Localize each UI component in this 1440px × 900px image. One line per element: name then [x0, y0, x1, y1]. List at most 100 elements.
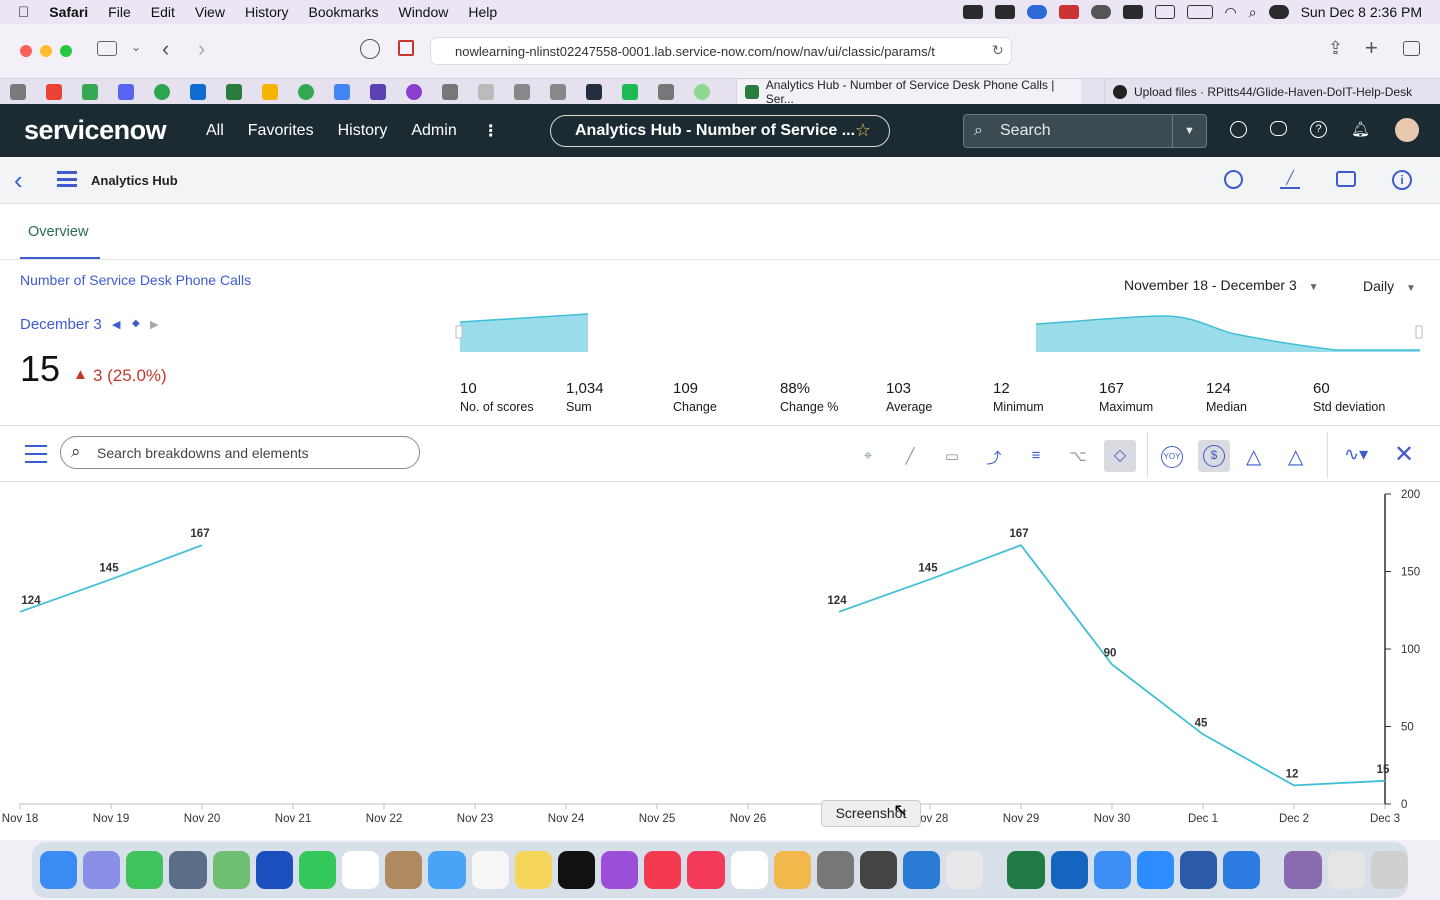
star-icon[interactable]: ☆	[855, 120, 871, 141]
context-title-pill[interactable]: Analytics Hub - Number of Service ... ☆	[550, 115, 890, 147]
menu-view[interactable]: View	[195, 4, 225, 20]
new-tab-icon[interactable]: +	[1365, 35, 1378, 61]
nav-all[interactable]: All	[206, 122, 224, 140]
menu-file[interactable]: File	[108, 4, 131, 20]
nav-admin[interactable]: Admin	[411, 122, 456, 140]
dock-screenshot-icon[interactable]	[859, 851, 898, 889]
chart-type-icon[interactable]: ∿▾	[1344, 444, 1368, 465]
minimize-window-button[interactable]	[40, 45, 52, 57]
dock-mail-icon[interactable]	[428, 851, 466, 889]
tab-upload-files[interactable]: Upload files · RPitts44/Glide-Haven-DoIT…	[1104, 79, 1440, 105]
dock-outlook-icon[interactable]	[1050, 851, 1088, 889]
dock-calendar-icon[interactable]	[342, 851, 380, 889]
favorite-gmail-icon[interactable]	[46, 84, 62, 100]
dock-safari-icon[interactable]	[1093, 851, 1131, 889]
tab-analytics-hub[interactable]: Analytics Hub - Number of Service Desk P…	[736, 78, 1081, 106]
avatar[interactable]	[1395, 118, 1419, 142]
back-icon[interactable]: ‹	[14, 165, 23, 196]
zoom-window-button[interactable]	[60, 45, 72, 57]
list-icon[interactable]	[25, 445, 47, 463]
globe-icon[interactable]	[1230, 121, 1247, 138]
compare-icon[interactable]: ⌥	[1066, 447, 1090, 467]
status-grid-icon[interactable]	[994, 5, 1015, 19]
menu-icon[interactable]	[57, 171, 77, 187]
back-icon[interactable]: ‹	[162, 36, 169, 62]
selected-date[interactable]: December 3	[20, 316, 102, 333]
sidebar-toggle-icon[interactable]	[97, 41, 117, 56]
chevron-down-icon[interactable]: ⌄	[131, 40, 141, 54]
favorite-drive-icon[interactable]	[262, 84, 278, 100]
dock-zoom-icon[interactable]	[1136, 851, 1175, 889]
dock-settings-icon[interactable]	[816, 851, 854, 889]
more-menu-icon[interactable]: ⋮	[483, 121, 499, 141]
close-icon[interactable]: ✕	[1394, 440, 1414, 469]
control-center-icon[interactable]	[1268, 5, 1289, 19]
dock-vscode-icon[interactable]	[903, 851, 941, 889]
notifications-icon[interactable]: 🔔︎	[1351, 120, 1370, 138]
dollar-icon[interactable]: $	[1198, 440, 1230, 472]
nav-history[interactable]: History	[338, 122, 388, 140]
dock-news-icon[interactable]	[644, 851, 682, 889]
download-icon[interactable]	[360, 39, 380, 59]
favorite-misc-icon[interactable]	[478, 84, 494, 100]
triangle-icon[interactable]: △	[1246, 444, 1261, 469]
menu-app-name[interactable]: Safari	[49, 4, 88, 20]
forecast-icon[interactable]: ⤴	[982, 447, 1006, 467]
favorite-w-icon[interactable]	[10, 84, 26, 100]
dock-tv-icon[interactable]	[557, 851, 596, 889]
dock-word-icon[interactable]	[1180, 851, 1218, 889]
nav-favorites[interactable]: Favorites	[248, 122, 314, 140]
share-icon[interactable]: ⇪	[1328, 38, 1343, 59]
indicator-title[interactable]: Number of Service Desk Phone Calls	[20, 272, 251, 288]
target-icon[interactable]	[1224, 170, 1243, 189]
zoom-status-icon[interactable]	[1026, 5, 1047, 19]
date-range-selector[interactable]: November 18 - December 3 ▼	[1124, 277, 1319, 293]
dock-contacts-icon[interactable]	[385, 851, 423, 889]
dock-trash-icon[interactable]	[1370, 851, 1408, 889]
favorite-s2-icon[interactable]	[658, 84, 674, 100]
favorite-green-icon[interactable]	[622, 84, 638, 100]
comment-icon[interactable]: ▭	[940, 447, 964, 467]
apple-menu-icon[interactable]: 	[18, 4, 29, 21]
range-handle-left[interactable]	[455, 325, 463, 339]
cloud-icon[interactable]	[1090, 5, 1111, 19]
tab-overview[interactable]: Overview	[20, 204, 100, 260]
forward-icon[interactable]: ›	[198, 36, 205, 62]
dock-windows-icon[interactable]	[1223, 851, 1261, 889]
trend-icon[interactable]: ╱	[898, 447, 922, 467]
percent-triangle-icon[interactable]: △	[1288, 444, 1303, 469]
mcafee-icon[interactable]	[1058, 5, 1079, 19]
current-date-icon[interactable]: ◆	[132, 318, 140, 329]
info-icon[interactable]: i	[1392, 170, 1412, 190]
favorite-u-icon[interactable]	[406, 84, 422, 100]
dock-facetime-icon[interactable]	[298, 851, 337, 889]
battery-icon[interactable]	[1186, 5, 1213, 19]
dock-excel-icon[interactable]	[1007, 851, 1045, 889]
menu-history[interactable]: History	[245, 4, 289, 20]
dock-finder-icon[interactable]	[40, 851, 78, 889]
favorite-list-icon[interactable]	[370, 84, 386, 100]
favorite-servicenow-icon[interactable]	[226, 84, 242, 100]
dock-podcasts-icon[interactable]	[601, 851, 639, 889]
address-bar[interactable]: nowlearning-nlinst02247558-0001.lab.serv…	[430, 37, 1012, 65]
extension-icon[interactable]	[398, 40, 414, 56]
comment-icon[interactable]	[1336, 171, 1356, 187]
dock-maps-icon[interactable]	[212, 851, 250, 889]
dock-launchpad-icon[interactable]	[83, 851, 121, 889]
servicenow-logo[interactable]: servicenow	[24, 115, 167, 146]
breakdown-search-input[interactable]: ⌕ Search breakdowns and elements	[60, 436, 420, 469]
status-app2-icon[interactable]	[1122, 5, 1143, 19]
trend-icon[interactable]: ╱	[1280, 170, 1300, 189]
dock-messages-icon[interactable]	[126, 851, 164, 889]
favorite-jira-icon[interactable]	[190, 84, 206, 100]
favorite-app-icon[interactable]	[154, 84, 170, 100]
favorite-k-icon[interactable]	[514, 84, 530, 100]
menu-bookmarks[interactable]: Bookmarks	[309, 4, 379, 20]
menu-edit[interactable]: Edit	[151, 4, 175, 20]
status-app-icon[interactable]	[962, 5, 983, 19]
menu-window[interactable]: Window	[399, 4, 449, 20]
dock-notion-icon[interactable]	[730, 851, 768, 889]
favorite-docs-icon[interactable]	[334, 84, 350, 100]
tag-icon[interactable]: ◇	[1104, 440, 1136, 472]
dock-rocket-icon[interactable]	[169, 851, 207, 889]
